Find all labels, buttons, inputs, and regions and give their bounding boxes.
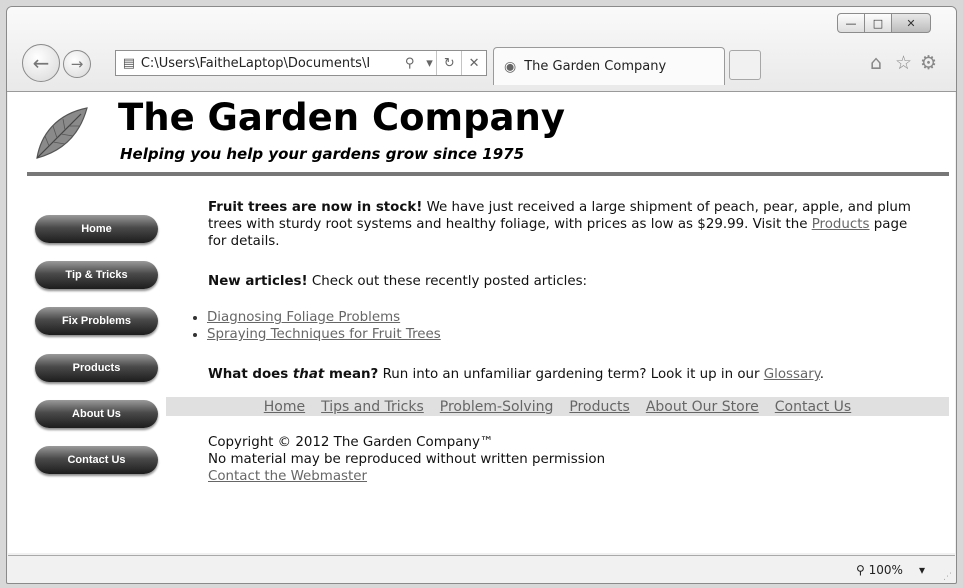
- article-link-spraying-techniques[interactable]: Spraying Techniques for Fruit Trees: [207, 327, 441, 342]
- site-tagline: Helping you help your gardens grow since…: [120, 145, 525, 163]
- footer-link-about-store[interactable]: About Our Store: [646, 399, 759, 415]
- forward-button[interactable]: →: [63, 50, 91, 78]
- article-link-foliage-problems[interactable]: Diagnosing Foliage Problems: [207, 310, 400, 325]
- nav-button-about-us[interactable]: About Us: [35, 400, 158, 428]
- nav-button-home[interactable]: Home: [35, 215, 158, 243]
- tab-title: The Garden Company: [524, 59, 667, 74]
- tab-garden-company[interactable]: ◉ The Garden Company: [493, 47, 725, 85]
- copyright-block: Copyright © 2012 The Garden Company™ No …: [208, 434, 605, 485]
- products-link[interactable]: Products: [812, 217, 870, 232]
- address-url[interactable]: C:\Users\FaitheLaptop\Documents\I: [141, 56, 397, 71]
- contact-webmaster-link[interactable]: Contact the Webmaster: [208, 469, 367, 484]
- search-icon[interactable]: ⚲: [397, 51, 423, 75]
- stop-icon[interactable]: ✕: [461, 51, 486, 75]
- back-arrow-icon: ←: [32, 51, 50, 75]
- forward-arrow-icon: →: [70, 55, 84, 73]
- nav-button-tips-tricks[interactable]: Tip & Tricks: [35, 261, 158, 289]
- back-button[interactable]: ←: [22, 44, 60, 82]
- zoom-icon: ⚲: [856, 563, 865, 577]
- footer-link-contact[interactable]: Contact Us: [775, 399, 851, 415]
- home-icon[interactable]: ⌂: [870, 52, 882, 74]
- zoom-control[interactable]: ⚲ 100% ▾: [856, 563, 925, 577]
- footer-link-home[interactable]: Home: [264, 399, 305, 415]
- header-divider: [27, 172, 949, 176]
- glossary-heading-italic: that: [292, 367, 325, 382]
- footer-link-tips[interactable]: Tips and Tricks: [321, 399, 424, 415]
- list-item: Diagnosing Foliage Problems: [207, 309, 441, 326]
- nav-button-fix-problems[interactable]: Fix Problems: [35, 307, 158, 335]
- maximize-button[interactable]: □: [864, 13, 892, 33]
- glossary-heading-start: What does: [208, 367, 293, 382]
- minimize-icon: —: [845, 16, 857, 30]
- list-item: Spraying Techniques for Fruit Trees: [207, 326, 441, 343]
- new-articles-text: Check out these recently posted articles…: [307, 274, 588, 289]
- new-articles-heading: New articles!: [208, 274, 308, 289]
- dropdown-arrow-icon[interactable]: ▾: [423, 51, 437, 75]
- page-icon: ▤: [122, 55, 136, 71]
- fruit-trees-heading: Fruit trees are now in stock!: [208, 200, 423, 215]
- star-icon[interactable]: ☆: [895, 52, 912, 74]
- status-bar: ⚲ 100% ▾ ⋰: [8, 555, 955, 583]
- refresh-icon[interactable]: ↻: [436, 51, 461, 75]
- gear-icon[interactable]: ⚙: [920, 52, 937, 74]
- glossary-link[interactable]: Glossary: [764, 367, 820, 382]
- new-tab-button[interactable]: [729, 50, 761, 80]
- reproduction-notice: No material may be reproduced without wr…: [208, 452, 606, 467]
- web-page: The Garden Company Helping you help your…: [8, 92, 955, 553]
- new-articles-paragraph: New articles! Check out these recently p…: [208, 273, 928, 290]
- close-icon: ✕: [906, 16, 916, 30]
- address-bar[interactable]: ▤ C:\Users\FaitheLaptop\Documents\I ⚲ ▾ …: [115, 50, 487, 76]
- browser-toolbar: — □ ✕ ← → ▤ C:\Users\FaitheLaptop\Docume…: [7, 7, 956, 92]
- glossary-paragraph: What does that mean? Run into an unfamil…: [208, 366, 948, 383]
- copyright-line: Copyright © 2012 The Garden Company™: [208, 435, 494, 450]
- resize-grip-icon[interactable]: ⋰: [943, 572, 952, 582]
- glossary-text-end: .: [819, 367, 824, 382]
- footer-nav: Home Tips and Tricks Problem-Solving Pro…: [166, 397, 949, 416]
- zoom-level: 100%: [868, 563, 903, 577]
- nav-button-contact-us[interactable]: Contact Us: [35, 446, 158, 474]
- minimize-button[interactable]: —: [837, 13, 865, 33]
- browser-window: — □ ✕ ← → ▤ C:\Users\FaitheLaptop\Docume…: [6, 6, 957, 584]
- leaf-logo-icon: [36, 107, 88, 159]
- glossary-heading-end: mean?: [324, 367, 379, 382]
- footer-link-products[interactable]: Products: [569, 399, 629, 415]
- fruit-trees-paragraph: Fruit trees are now in stock! We have ju…: [208, 199, 928, 250]
- ie-logo-icon: ◉: [504, 58, 517, 75]
- site-title: The Garden Company: [118, 96, 565, 139]
- glossary-text: Run into an unfamiliar gardening term? L…: [378, 367, 764, 382]
- footer-link-problem-solving[interactable]: Problem-Solving: [440, 399, 554, 415]
- nav-button-products[interactable]: Products: [35, 354, 158, 382]
- maximize-icon: □: [872, 16, 884, 30]
- chevron-down-icon[interactable]: ▾: [919, 563, 925, 577]
- articles-list: Diagnosing Foliage Problems Spraying Tec…: [190, 309, 441, 343]
- close-window-button[interactable]: ✕: [891, 13, 931, 33]
